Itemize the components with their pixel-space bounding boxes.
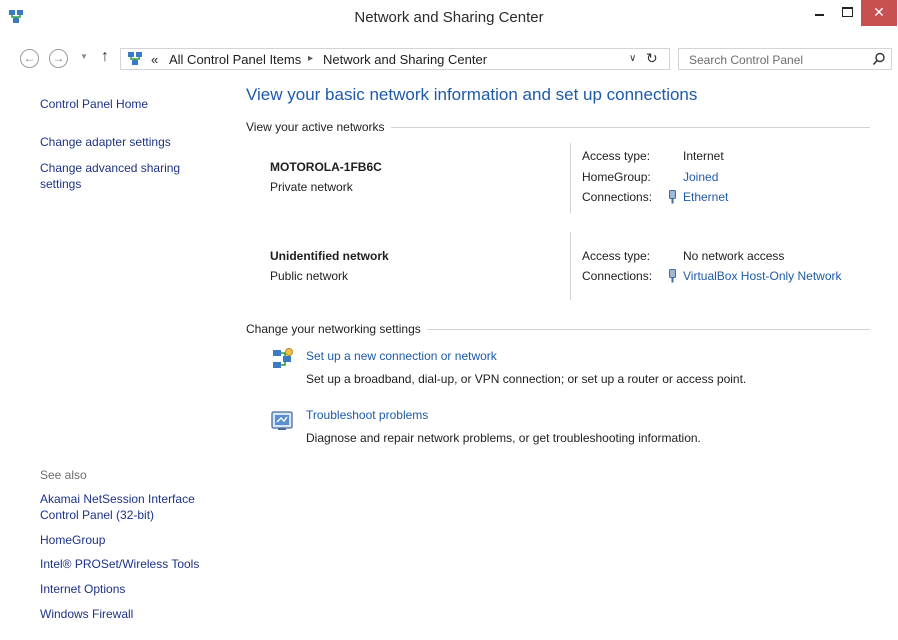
- title-bar: Network and Sharing Center ✕: [0, 0, 898, 36]
- search-box[interactable]: [678, 48, 892, 70]
- breadcrumb-separator-icon[interactable]: ▸: [308, 53, 313, 64]
- see-also-internet-options[interactable]: Internet Options: [40, 581, 125, 597]
- search-input[interactable]: [687, 51, 861, 69]
- access-type-value: Internet: [683, 149, 724, 163]
- access-type-label: Access type:: [582, 249, 651, 263]
- new-connection-icon: [273, 348, 293, 368]
- back-arrow-icon: ←: [23, 51, 36, 65]
- network-category: Private network: [270, 180, 353, 194]
- homegroup-joined-link[interactable]: Joined: [683, 170, 718, 184]
- ethernet-connection-link[interactable]: Ethernet: [683, 190, 728, 204]
- back-button[interactable]: ←: [20, 49, 39, 68]
- refresh-button[interactable]: ↻: [646, 50, 658, 67]
- see-also-akamai-netsession[interactable]: Akamai NetSession Interface Control Pane…: [40, 491, 210, 523]
- network-name: MOTOROLA-1FB6C: [270, 160, 382, 174]
- access-type-value: No network access: [683, 249, 785, 263]
- virtualbox-connection-link[interactable]: VirtualBox Host-Only Network: [683, 269, 842, 283]
- troubleshoot-icon: [271, 411, 293, 430]
- close-button[interactable]: ✕: [861, 0, 897, 26]
- control-panel-network-icon: [128, 52, 142, 65]
- connections-label: Connections:: [582, 190, 653, 204]
- ethernet-plug-icon: [669, 269, 676, 283]
- connections-label: Connections:: [582, 269, 653, 283]
- breadcrumb-prefix[interactable]: «: [151, 52, 158, 67]
- see-also-homegroup[interactable]: HomeGroup: [40, 532, 105, 548]
- search-icon[interactable]: [872, 52, 886, 66]
- page-title: View your basic network information and …: [246, 85, 698, 104]
- network-name: Unidentified network: [270, 249, 389, 263]
- active-networks-heading: View your active networks: [246, 120, 391, 134]
- breadcrumb-all-control-panel-items[interactable]: All Control Panel Items: [169, 52, 301, 67]
- window-title: Network and Sharing Center: [354, 9, 544, 26]
- sidebar-change-advanced-sharing-settings[interactable]: Change advanced sharing settings: [40, 160, 210, 192]
- up-button[interactable]: ↑: [101, 48, 109, 66]
- setup-connection-description: Set up a broadband, dial-up, or VPN conn…: [306, 372, 747, 386]
- minimize-button[interactable]: [806, 0, 832, 26]
- sidebar-change-adapter-settings[interactable]: Change adapter settings: [40, 134, 171, 150]
- ethernet-plug-icon: [669, 190, 676, 204]
- networking-settings-heading: Change your networking settings: [246, 322, 427, 336]
- troubleshoot-description: Diagnose and repair network problems, or…: [306, 431, 701, 445]
- see-also-heading: See also: [40, 468, 87, 482]
- network-divider: [570, 232, 571, 300]
- setup-connection-link[interactable]: Set up a new connection or network: [306, 349, 497, 363]
- address-dropdown-icon[interactable]: ∨: [629, 53, 636, 64]
- homegroup-label: HomeGroup:: [582, 170, 651, 184]
- see-also-intel-proset[interactable]: Intel® PROSet/Wireless Tools: [40, 556, 199, 572]
- forward-button[interactable]: →: [49, 49, 68, 68]
- forward-arrow-icon: →: [52, 51, 65, 65]
- troubleshoot-problems-link[interactable]: Troubleshoot problems: [306, 408, 428, 422]
- maximize-button[interactable]: [834, 0, 860, 26]
- navigation-bar: ← → ▼ ↑ « All Control Panel Items ▸ Netw…: [0, 44, 898, 76]
- see-also-windows-firewall[interactable]: Windows Firewall: [40, 606, 133, 622]
- sidebar-control-panel-home[interactable]: Control Panel Home: [40, 96, 148, 112]
- network-category: Public network: [270, 269, 349, 283]
- close-icon: ✕: [873, 4, 885, 20]
- network-divider: [570, 143, 571, 213]
- access-type-label: Access type:: [582, 149, 651, 163]
- address-bar[interactable]: « All Control Panel Items ▸ Network and …: [120, 48, 670, 70]
- breadcrumb-network-and-sharing-center[interactable]: Network and Sharing Center: [323, 52, 487, 67]
- recent-locations-button[interactable]: ▼: [80, 52, 88, 61]
